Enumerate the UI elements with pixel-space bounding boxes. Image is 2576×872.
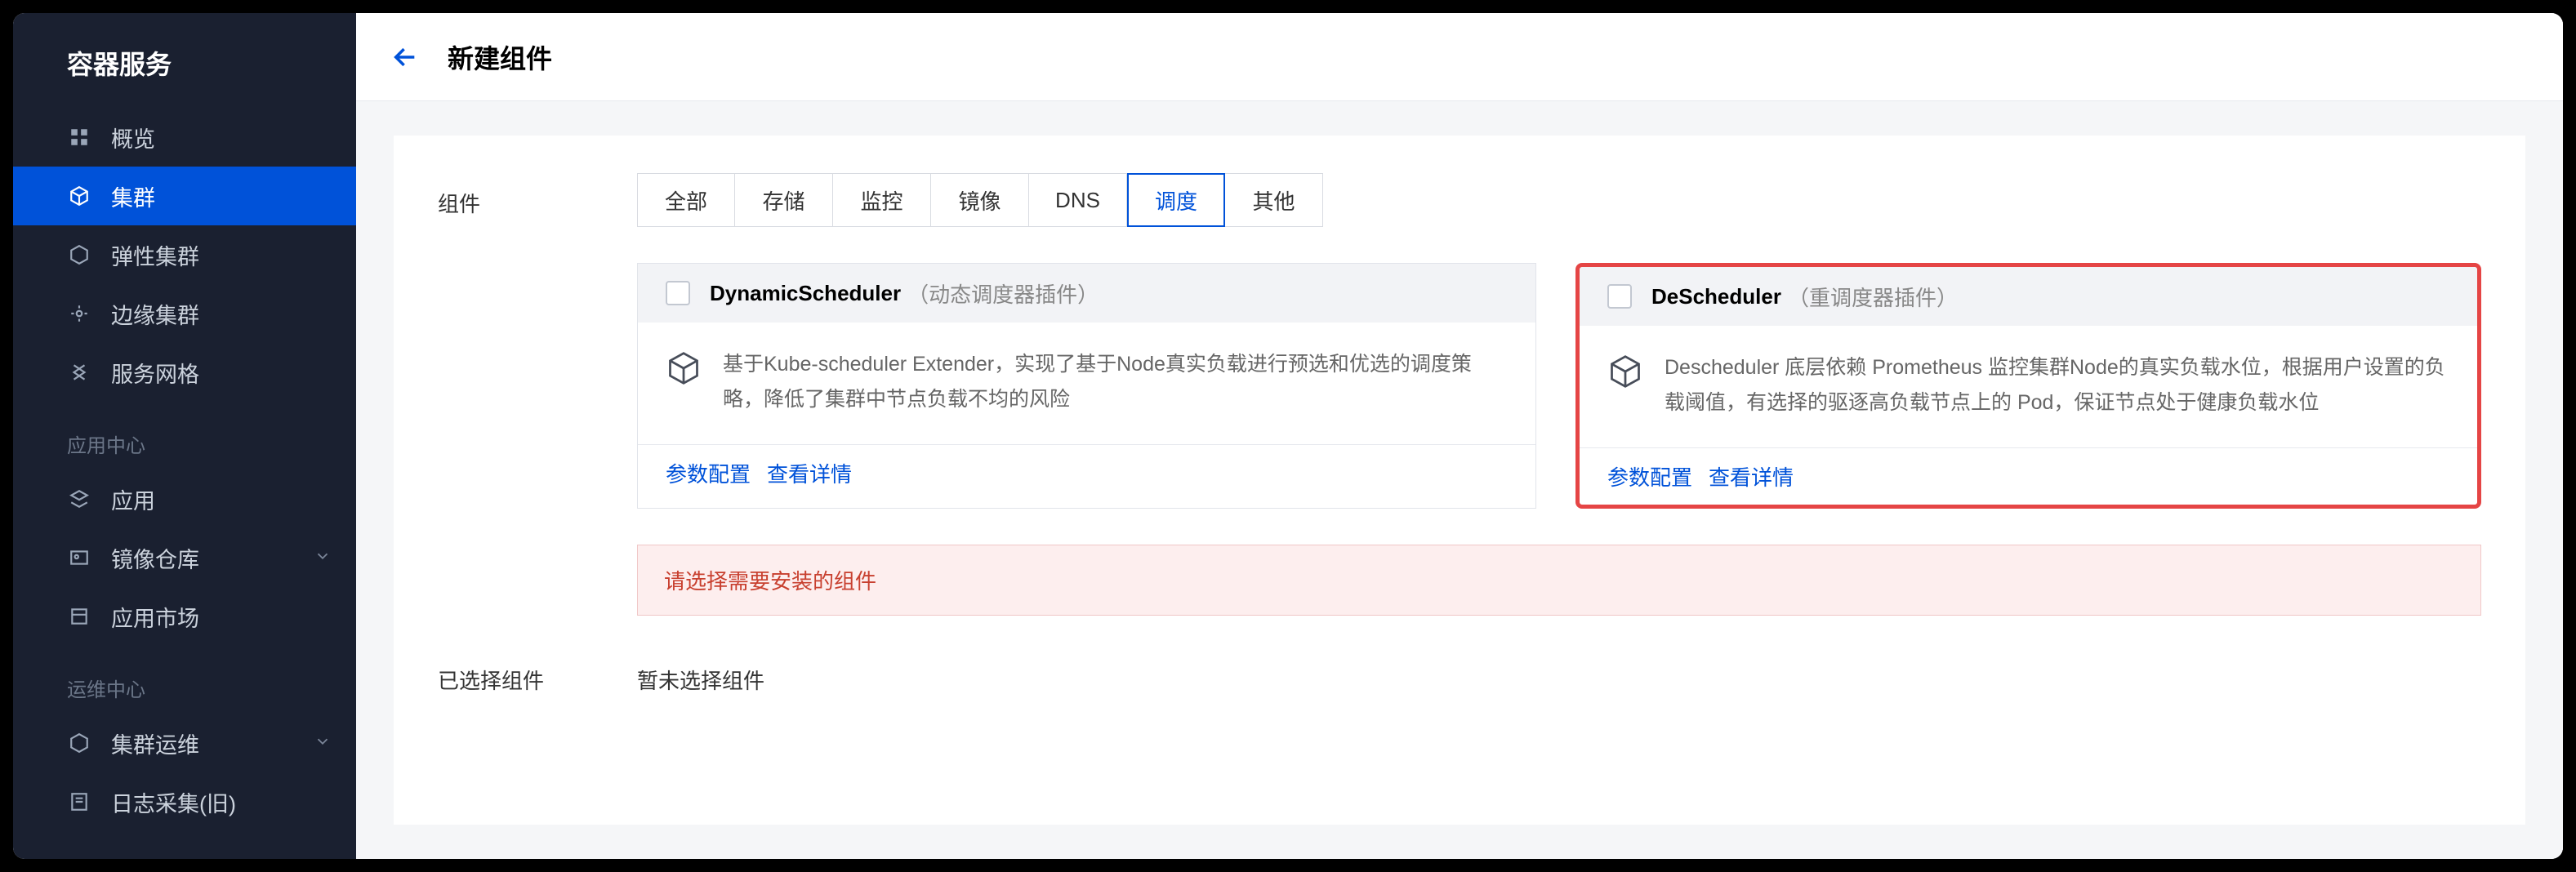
sidebar-item-label: 概览 [111,122,356,153]
tab-all[interactable]: 全部 [637,173,735,227]
tab-other[interactable]: 其他 [1225,173,1323,227]
sidebar-item-apps[interactable]: 应用 [13,469,356,528]
card-description: 基于Kube-scheduler Extender，实现了基于Node真实负载进… [723,347,1508,416]
card-suffix: （动态调度器插件） [907,278,1099,309]
form-body: 全部 存储 监控 镜像 DNS 调度 其他 [637,173,2481,616]
mesh-icon [67,360,91,385]
package-icon [666,350,702,386]
sidebar-item-log-collect[interactable]: 日志采集(旧) [13,772,356,831]
sidebar-item-label: 集群 [111,180,356,212]
sidebar-item-label: 应用 [111,483,356,515]
sidebar-item-app-market[interactable]: 应用市场 [13,587,356,646]
window-frame: 容器服务 概览 集群 弹性集群 边缘集群 服务网格 应用中心 [0,0,2576,872]
sidebar: 容器服务 概览 集群 弹性集群 边缘集群 服务网格 应用中心 [13,13,356,859]
card-footer: 参数配置 查看详情 [1580,447,2477,505]
error-message: 请选择需要安装的组件 [637,545,2481,616]
card-suffix: （重调度器插件） [1788,282,1958,312]
sidebar-item-cluster-ops[interactable]: 集群运维 [13,714,356,772]
form-row-component: 组件 全部 存储 监控 镜像 DNS 调度 其他 [438,173,2481,616]
checkbox[interactable] [1607,284,1632,309]
main-area: 新建组件 组件 全部 存储 监控 镜像 DNS 调度 [356,13,2563,859]
form-panel: 组件 全部 存储 监控 镜像 DNS 调度 其他 [394,136,2525,825]
checkbox[interactable] [666,281,690,305]
link-params[interactable]: 参数配置 [666,458,751,488]
sidebar-item-service-mesh[interactable]: 服务网格 [13,343,356,402]
link-params[interactable]: 参数配置 [1607,461,1692,492]
cube-outline-icon [67,242,91,267]
log-icon [67,790,91,814]
form-row-selected: 已选择组件 暂未选择组件 [438,665,2481,695]
form-label-selected: 已选择组件 [438,665,637,695]
chevron-down-icon [314,545,332,571]
card-footer: 参数配置 查看详情 [638,444,1535,501]
sidebar-item-label: 服务网格 [111,357,356,389]
edge-icon [67,301,91,326]
market-icon [67,604,91,629]
tab-image[interactable]: 镜像 [931,173,1029,227]
card-description: Descheduler 底层依赖 Prometheus 监控集群Node的真实负… [1665,350,2449,420]
layers-icon [67,487,91,511]
card-header: DeScheduler （重调度器插件） [1580,267,2477,326]
card-body: 基于Kube-scheduler Extender，实现了基于Node真实负载进… [638,323,1535,444]
tab-storage[interactable]: 存储 [735,173,833,227]
image-icon [67,545,91,570]
card-title: DynamicScheduler [710,281,901,306]
back-button[interactable] [390,42,420,72]
link-details[interactable]: 查看详情 [767,458,852,488]
content-area: 组件 全部 存储 监控 镜像 DNS 调度 其他 [356,101,2563,859]
sidebar-item-edge-cluster[interactable]: 边缘集群 [13,284,356,343]
sidebar-group-app-center: 应用中心 [13,402,356,469]
sidebar-item-image-repo[interactable]: 镜像仓库 [13,528,356,587]
ops-icon [67,731,91,755]
sidebar-item-label: 集群运维 [111,727,314,759]
cube-icon [67,184,91,208]
sidebar-item-label: 边缘集群 [111,298,356,330]
selected-empty-text: 暂未选择组件 [637,665,764,695]
brand-title: 容器服务 [13,13,356,108]
package-icon [1607,354,1643,389]
tab-monitor[interactable]: 监控 [833,173,931,227]
sidebar-item-label: 镜像仓库 [111,542,314,574]
sidebar-item-overview[interactable]: 概览 [13,108,356,167]
card-title: DeScheduler [1651,284,1781,309]
sidebar-item-label: 日志采集(旧) [111,786,356,818]
sidebar-item-elastic-cluster[interactable]: 弹性集群 [13,225,356,284]
card-descheduler: DeScheduler （重调度器插件） Descheduler 底层依赖 Pr… [1575,263,2481,509]
card-list: DynamicScheduler （动态调度器插件） 基于Kube-schedu… [637,263,2481,509]
topbar: 新建组件 [356,13,2563,101]
sidebar-group-ops-center: 运维中心 [13,646,356,714]
app-window: 容器服务 概览 集群 弹性集群 边缘集群 服务网格 应用中心 [13,13,2563,859]
sidebar-item-cluster[interactable]: 集群 [13,167,356,225]
grid-icon [67,125,91,149]
sidebar-item-label: 弹性集群 [111,239,356,271]
tab-schedule[interactable]: 调度 [1127,173,1225,227]
card-body: Descheduler 底层依赖 Prometheus 监控集群Node的真实负… [1580,326,2477,447]
tab-dns[interactable]: DNS [1029,173,1127,227]
page-title: 新建组件 [448,38,552,76]
link-details[interactable]: 查看详情 [1709,461,1794,492]
card-dynamic-scheduler: DynamicScheduler （动态调度器插件） 基于Kube-schedu… [637,263,1536,509]
chevron-down-icon [314,731,332,756]
tab-row: 全部 存储 监控 镜像 DNS 调度 其他 [637,173,2481,227]
sidebar-item-label: 应用市场 [111,601,356,633]
card-header: DynamicScheduler （动态调度器插件） [638,264,1535,323]
form-label-component: 组件 [438,173,637,218]
